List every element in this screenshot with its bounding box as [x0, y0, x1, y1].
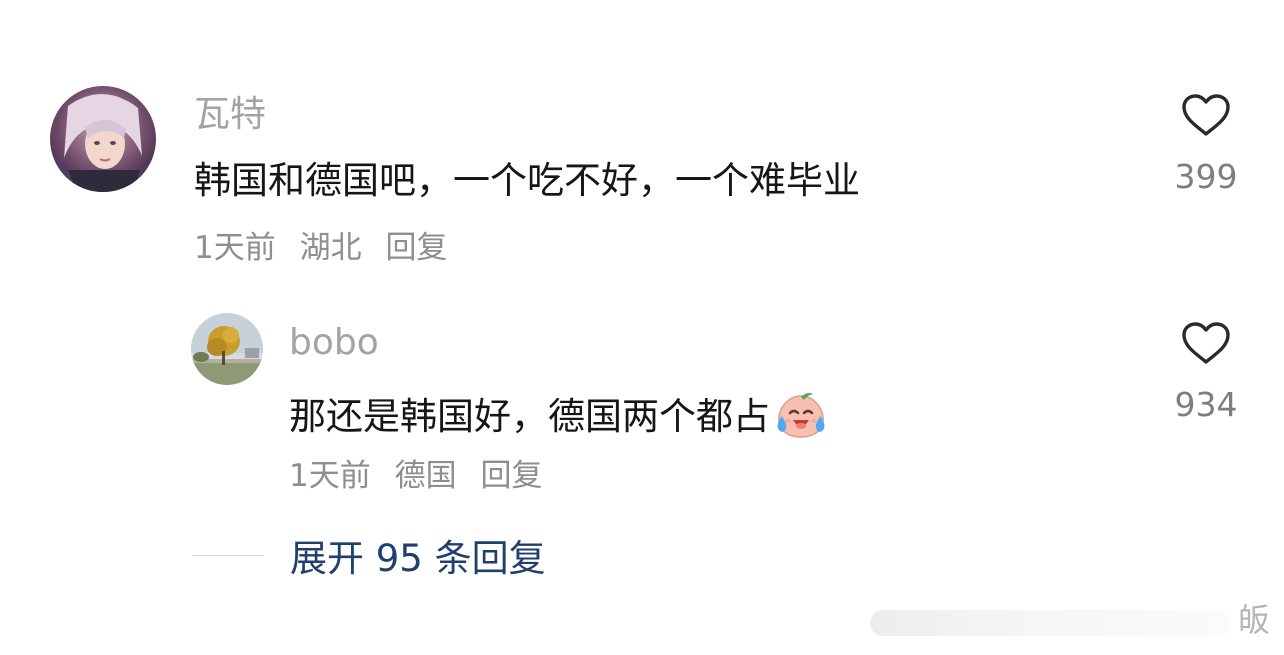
like-button[interactable]: 399	[1156, 92, 1256, 193]
reply-location: 德国	[394, 458, 457, 494]
watermark-text: 皈	[1238, 601, 1271, 639]
reply-username[interactable]: bobo	[289, 325, 379, 361]
expand-divider	[192, 555, 264, 556]
like-count: 934	[1174, 385, 1238, 424]
comment-username[interactable]: 瓦特	[194, 97, 266, 133]
comment-meta: 1天前 湖北 回复	[194, 233, 447, 264]
avatar[interactable]	[191, 313, 263, 385]
watermark: 皈	[870, 602, 1284, 646]
reply-meta: 1天前 德国 回复	[289, 461, 542, 492]
heart-icon[interactable]	[1180, 92, 1232, 138]
expand-replies-button[interactable]: 展开 95 条回复	[290, 540, 546, 577]
heart-icon[interactable]	[1180, 320, 1232, 366]
like-count: 399	[1174, 157, 1238, 196]
reply-button[interactable]: 回复	[480, 458, 542, 494]
reply-button[interactable]: 回复	[385, 230, 447, 266]
like-button[interactable]: 934	[1156, 320, 1256, 421]
reply-time: 1天前	[289, 458, 371, 494]
avatar[interactable]	[50, 86, 156, 192]
crying-laughing-peach-emoji-icon	[772, 391, 830, 445]
comment-text: 韩国和德国吧，一个吃不好，一个难毕业	[194, 159, 860, 202]
reply-text: 那还是韩国好，德国两个都占	[289, 391, 830, 445]
comment-time: 1天前	[194, 230, 276, 266]
comment-location: 湖北	[299, 230, 362, 266]
watermark-logo-strip	[870, 610, 1230, 636]
reply-text-body: 那还是韩国好，德国两个都占	[289, 395, 770, 438]
